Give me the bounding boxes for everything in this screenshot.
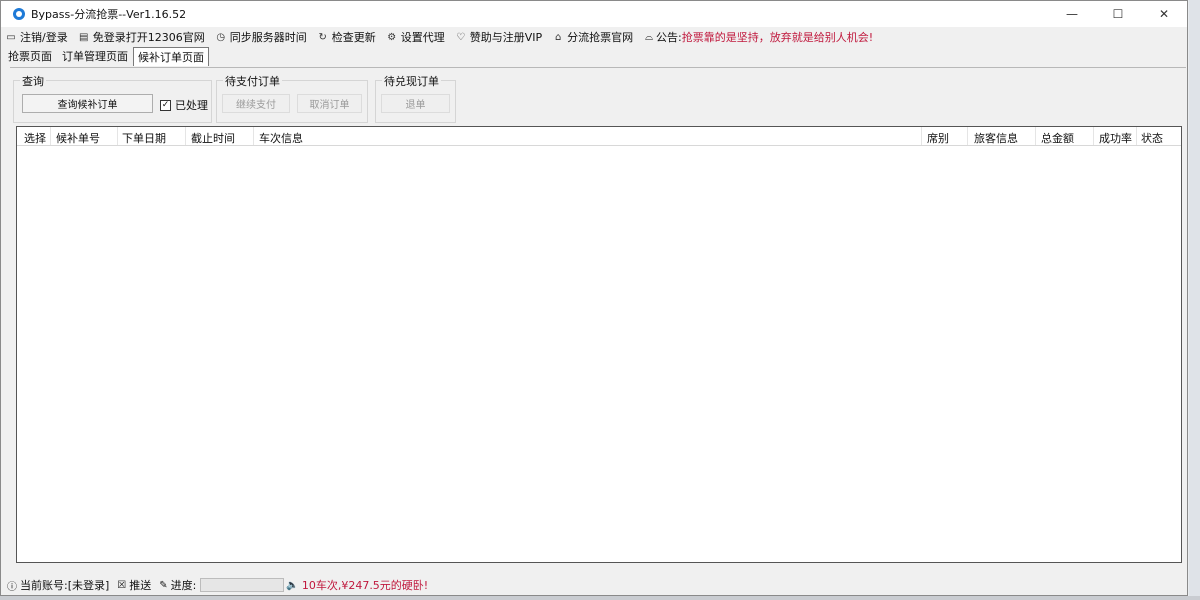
heart-icon: ♡ — [456, 31, 466, 43]
menu-sync-time[interactable]: ◷ 同步服务器时间 — [215, 29, 307, 45]
refresh-icon: ↻ — [318, 31, 327, 43]
menu-proxy-settings[interactable]: ⚙ 设置代理 — [386, 29, 445, 45]
account-status: ⓘ 当前账号:[未登录] — [7, 577, 109, 593]
account-text: 当前账号:[未登录] — [20, 579, 110, 592]
push-label: 推送 — [129, 579, 152, 592]
menu-login[interactable]: ▭ 注销/登录 — [5, 29, 68, 45]
push-toggle[interactable]: ☒ 推送 — [117, 577, 151, 593]
tab-grab-tickets[interactable]: 抢票页面 — [3, 46, 57, 66]
cancel-order-button[interactable]: 取消订单 — [297, 94, 362, 113]
promo-message: 🔈 10车次,¥247.5元的硬卧! — [286, 577, 428, 593]
column-header-order-date[interactable]: 下单日期 — [122, 130, 166, 146]
menu-official-site[interactable]: ⌂ 分流抢票官网 — [552, 29, 633, 45]
menu-label: 设置代理 — [400, 31, 445, 44]
browser-icon: ▤ — [78, 31, 89, 43]
progress-area: ✎ 进度: — [159, 577, 285, 593]
taskbar-strip — [0, 596, 1200, 600]
maximize-button[interactable]: ☐ — [1095, 1, 1141, 27]
column-header-passenger[interactable]: 旅客信息 — [974, 130, 1018, 146]
column-header-waitlist-no[interactable]: 候补单号 — [56, 130, 100, 146]
menu-sponsor-vip[interactable]: ♡ 赞助与注册VIP — [455, 29, 542, 45]
continue-pay-button[interactable]: 继续支付 — [222, 94, 290, 113]
query-waitlist-button[interactable]: 查询候补订单 — [22, 94, 153, 113]
notice-text: 抢票靠的是坚持，放弃就是给别人机会! — [681, 31, 874, 44]
tab-order-management[interactable]: 订单管理页面 — [57, 46, 133, 66]
minimize-button[interactable]: — — [1049, 1, 1095, 27]
table-header: 选择 候补单号 下单日期 截止时间 车次信息 席别 旅客信息 总金额 成功率 状… — [17, 127, 1181, 146]
column-header-seat-class[interactable]: 席别 — [927, 130, 949, 146]
column-divider — [1093, 127, 1094, 145]
announcement-icon: ⌓ — [645, 31, 654, 43]
checkbox-box[interactable]: ✓ — [160, 99, 171, 111]
home-icon: ⌂ — [554, 31, 562, 43]
column-header-select[interactable]: 选择 — [24, 130, 46, 146]
column-header-success-rate[interactable]: 成功率 — [1099, 130, 1132, 146]
window-controls: — ☐ ✕ — [1049, 1, 1187, 27]
column-divider — [921, 127, 922, 145]
tab-bar: 抢票页面 订单管理页面 候补订单页面 — [1, 47, 1187, 66]
progress-bar — [200, 578, 285, 592]
pencil-icon: ✎ — [159, 579, 168, 591]
app-logo-icon — [13, 8, 25, 20]
column-header-deadline[interactable]: 截止时间 — [191, 130, 235, 146]
menu-bar: ▭ 注销/登录 ▤ 免登录打开12306官网 ◷ 同步服务器时间 ↻ 检查更新 … — [1, 27, 1187, 47]
gear-icon: ⚙ — [387, 31, 397, 43]
window-title: Bypass-分流抢票--Ver1.16.52 — [31, 8, 187, 21]
column-divider — [185, 127, 186, 145]
waitlist-table[interactable]: 选择 候补单号 下单日期 截止时间 车次信息 席别 旅客信息 总金额 成功率 状… — [16, 126, 1182, 563]
notice-label: 公告: — [656, 31, 682, 44]
processed-checkbox[interactable]: ✓ 已处理 — [160, 97, 208, 113]
menu-check-update[interactable]: ↻ 检查更新 — [317, 29, 376, 45]
pending-redeem-title: 待兑现订单 — [382, 73, 441, 89]
desktop-background — [1189, 0, 1200, 600]
query-group-title: 查询 — [20, 73, 46, 89]
clock-icon: ◷ — [216, 31, 226, 43]
column-divider — [50, 127, 51, 145]
progress-label: 进度: — [170, 579, 197, 592]
promo-text: 10车次,¥247.5元的硬卧! — [301, 579, 429, 592]
status-bar: ⓘ 当前账号:[未登录] ☒ 推送 ✎ 进度: 🔈 10车次,¥247.5元的硬… — [1, 575, 1187, 595]
monitor-icon: ▭ — [6, 31, 16, 43]
menu-label: 检查更新 — [331, 31, 376, 44]
menu-label: 同步服务器时间 — [229, 31, 307, 44]
column-divider — [117, 127, 118, 145]
column-divider — [1035, 127, 1036, 145]
processed-label: 已处理 — [175, 99, 208, 112]
menu-open-12306[interactable]: ▤ 免登录打开12306官网 — [78, 29, 205, 45]
column-divider — [1136, 127, 1137, 145]
app-window: Bypass-分流抢票--Ver1.16.52 — ☐ ✕ ▭ 注销/登录 ▤ … — [0, 0, 1188, 596]
speaker-icon: 🔈 — [286, 579, 299, 591]
column-header-total[interactable]: 总金额 — [1041, 130, 1074, 146]
menu-label: 免登录打开12306官网 — [92, 31, 205, 44]
notice: ⌓ 公告: 抢票靠的是坚持，放弃就是给别人机会! — [645, 29, 873, 45]
menu-label: 赞助与注册VIP — [469, 31, 543, 44]
menu-label: 分流抢票官网 — [567, 31, 634, 44]
close-button[interactable]: ✕ — [1141, 1, 1187, 27]
pending-pay-group: 待支付订单 继续支付 取消订单 — [216, 73, 368, 123]
info-icon: ⓘ — [7, 581, 17, 593]
pending-redeem-group: 待兑现订单 退单 — [375, 73, 456, 123]
column-header-status[interactable]: 状态 — [1141, 130, 1163, 146]
column-divider — [253, 127, 254, 145]
tab-content: 查询 查询候补订单 ✓ 已处理 待支付订单 继续支付 取消订单 待兑现订单 退单… — [10, 67, 1186, 576]
pending-pay-title: 待支付订单 — [223, 73, 282, 89]
column-divider — [967, 127, 968, 145]
refund-button[interactable]: 退单 — [381, 94, 450, 113]
column-header-train-info[interactable]: 车次信息 — [259, 130, 303, 146]
checkbox-x-icon: ☒ — [117, 579, 127, 591]
tab-waitlist-orders[interactable]: 候补订单页面 — [133, 47, 209, 66]
menu-label: 注销/登录 — [20, 31, 68, 44]
query-group: 查询 查询候补订单 ✓ 已处理 — [13, 73, 212, 123]
title-bar[interactable]: Bypass-分流抢票--Ver1.16.52 — ☐ ✕ — [1, 1, 1187, 27]
